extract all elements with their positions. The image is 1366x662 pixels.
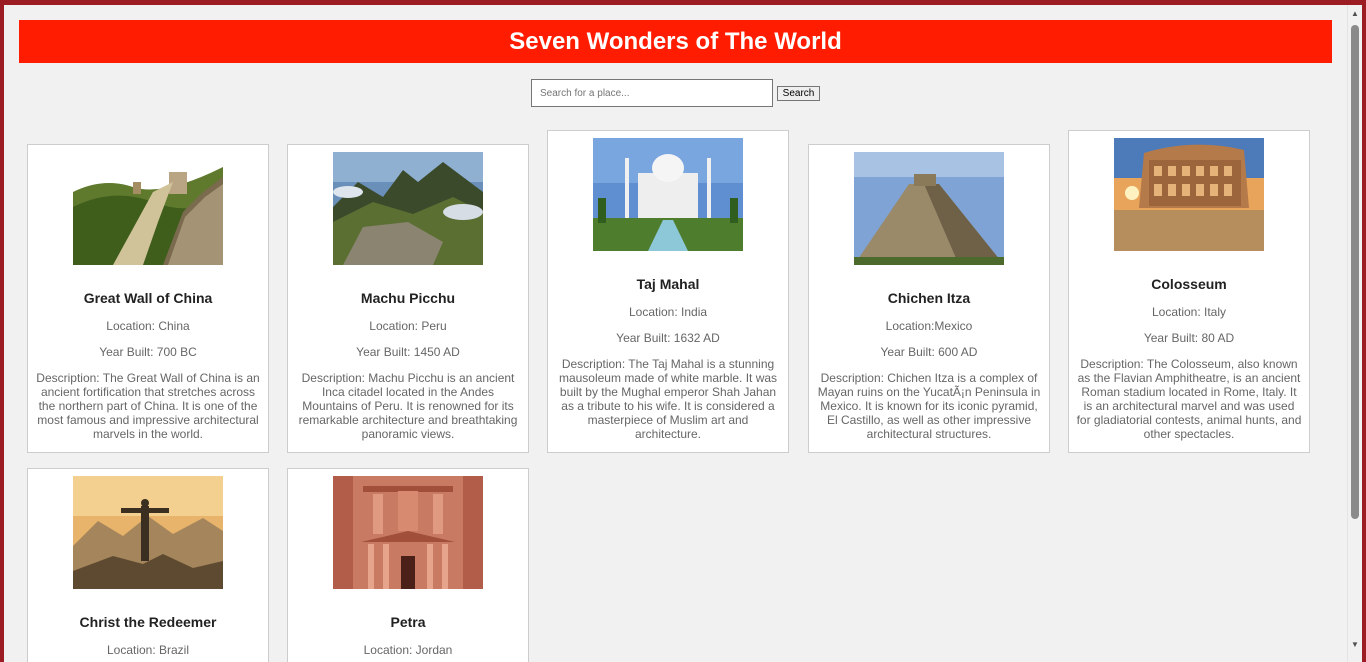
wonder-card-machu-picchu: Machu Picchu Location: Peru Year Built: … — [287, 144, 529, 453]
wonder-description: Description: Machu Picchu is an ancient … — [298, 371, 518, 441]
wonder-location: Location: Italy — [1151, 305, 1227, 319]
christ-the-redeemer-image — [73, 476, 223, 589]
wonder-location: Location: China — [106, 319, 190, 333]
great-wall-image — [73, 152, 223, 265]
page-scrollbar[interactable]: ▲ ▼ — [1347, 5, 1362, 662]
petra-image — [333, 476, 483, 589]
wonder-location: Location:Mexico — [885, 319, 973, 333]
scroll-down-arrow-icon[interactable]: ▼ — [1348, 638, 1362, 652]
scroll-up-arrow-icon[interactable]: ▲ — [1348, 7, 1362, 21]
page-title: Seven Wonders of The World — [19, 20, 1332, 63]
wonder-name: Chichen Itza — [887, 290, 971, 306]
wonder-year: Year Built: 1632 AD — [616, 331, 720, 345]
wonder-location: Location: Peru — [369, 319, 447, 333]
wonder-year: Year Built: 600 AD — [880, 345, 978, 359]
wonder-location: Location: India — [628, 305, 708, 319]
search-input[interactable] — [531, 79, 773, 107]
taj-mahal-image — [593, 138, 743, 251]
wonder-name: Great Wall of China — [83, 290, 213, 306]
wonder-description: Description: The Taj Mahal is a stunning… — [558, 357, 778, 441]
wonder-description: Description: The Great Wall of China is … — [36, 371, 260, 441]
search-button[interactable]: Search — [777, 86, 820, 101]
wonder-card-great-wall: Great Wall of China Location: China Year… — [27, 144, 269, 453]
wonder-name: Taj Mahal — [636, 276, 700, 292]
wonder-name: Machu Picchu — [360, 290, 456, 306]
chichen-itza-image — [854, 152, 1004, 265]
wonder-year: Year Built: 700 BC — [99, 345, 197, 359]
wonder-name: Christ the Redeemer — [79, 614, 217, 630]
wonder-card-chichen-itza: Chichen Itza Location:Mexico Year Built:… — [808, 144, 1050, 453]
wonder-location: Location: Brazil — [106, 643, 190, 657]
wonder-description: Description: Chichen Itza is a complex o… — [817, 371, 1041, 441]
wonder-location: Location: Jordan — [363, 643, 453, 657]
wonder-card-taj-mahal: Taj Mahal Location: India Year Built: 16… — [547, 130, 789, 453]
wonder-description: Description: The Colosseum, also known a… — [1076, 357, 1302, 441]
wonder-name: Colosseum — [1151, 276, 1227, 292]
page-viewport: Seven Wonders of The World Search Great … — [4, 5, 1347, 662]
wonder-card-christ-the-redeemer: Christ the Redeemer Location: Brazil — [27, 468, 269, 662]
machu-picchu-image — [333, 152, 483, 265]
wonder-name: Petra — [390, 614, 426, 630]
colosseum-image — [1114, 138, 1264, 251]
wonder-card-colosseum: Colosseum Location: Italy Year Built: 80… — [1068, 130, 1310, 453]
scrollbar-thumb[interactable] — [1351, 25, 1359, 519]
wonder-card-petra: Petra Location: Jordan — [287, 468, 529, 662]
wonder-year: Year Built: 1450 AD — [356, 345, 460, 359]
wonder-year: Year Built: 80 AD — [1143, 331, 1235, 345]
